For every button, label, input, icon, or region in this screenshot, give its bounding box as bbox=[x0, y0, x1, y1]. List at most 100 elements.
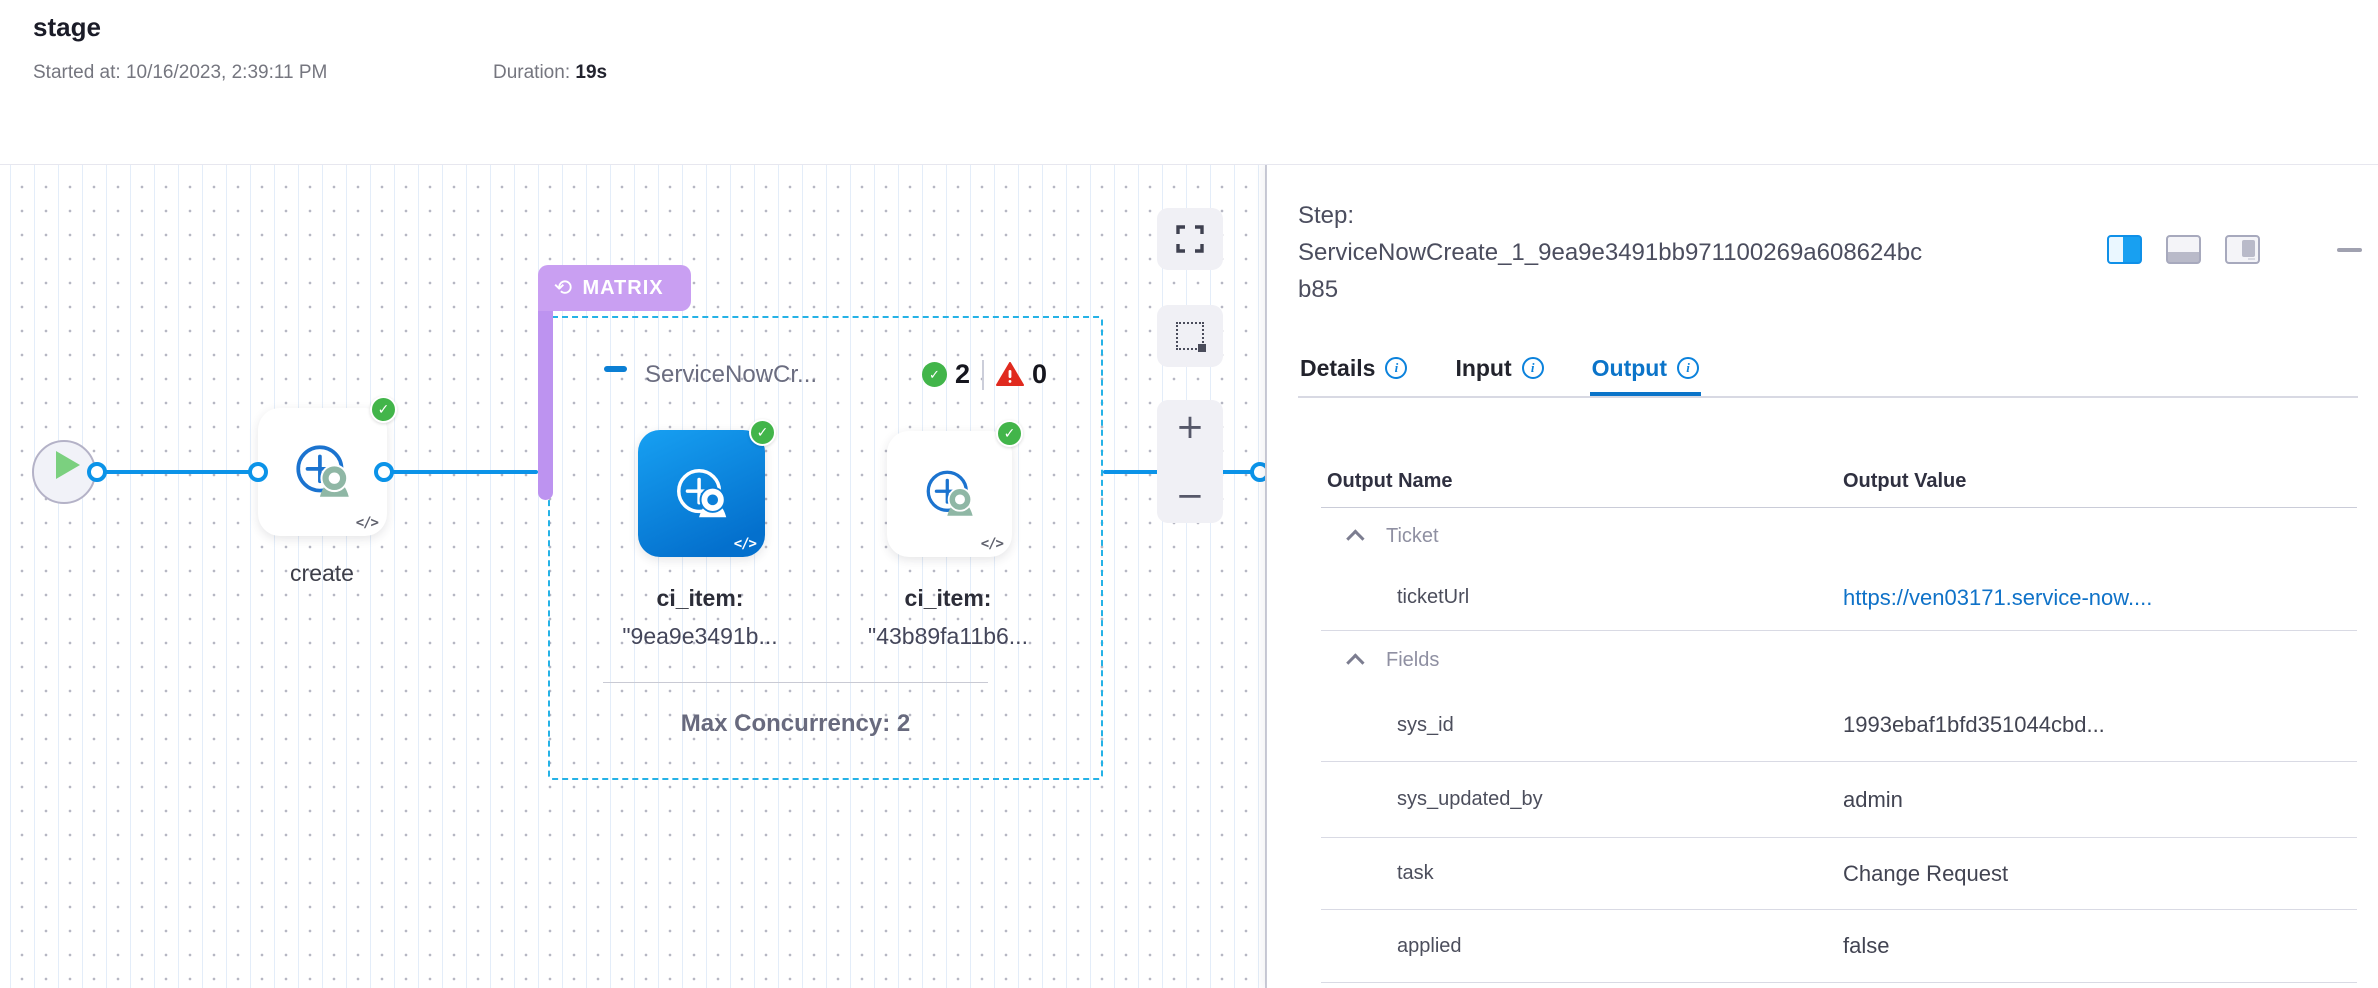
max-concurrency-label: Max Concurrency: 2 bbox=[603, 710, 988, 738]
matrix-node-1-params: ci_item: "9ea9e3491b... bbox=[590, 579, 810, 655]
section-label: Fields bbox=[1386, 649, 1439, 672]
matrix-badge-label: MATRIX bbox=[582, 277, 663, 300]
connector-port bbox=[374, 462, 394, 482]
matrix-node-2-params: ci_item: "43b89fa11b6... bbox=[838, 579, 1058, 655]
output-value: admin bbox=[1843, 787, 2357, 813]
failure-count-icon bbox=[996, 362, 1024, 387]
tab-details[interactable]: Details i bbox=[1298, 340, 1409, 396]
output-value: Change Request bbox=[1843, 861, 2357, 887]
tab-output[interactable]: Output i bbox=[1590, 340, 1701, 396]
matrix-status: ✓ 2 0 bbox=[922, 359, 1047, 390]
duration: Duration: 19s bbox=[493, 62, 607, 84]
duration-label: Duration: bbox=[493, 62, 570, 83]
servicenow-create-icon bbox=[290, 439, 356, 505]
column-header-output-name: Output Name bbox=[1321, 470, 1843, 493]
matrix-badge[interactable]: ⟳ MATRIX bbox=[538, 265, 691, 311]
zoom-controls: + − bbox=[1157, 400, 1223, 523]
zoom-out-button[interactable]: − bbox=[1176, 479, 1205, 513]
step-node-create[interactable]: </> ✓ bbox=[258, 408, 387, 536]
matrix-title: ServiceNowCr... bbox=[645, 361, 817, 389]
layout-split-bottom-icon[interactable] bbox=[2166, 235, 2201, 264]
step-title-line: ServiceNowCreate_1_9ea9e3491bb971100269a… bbox=[1298, 234, 2148, 271]
panel-layout-switcher bbox=[2107, 235, 2260, 264]
code-icon: </> bbox=[981, 536, 1003, 552]
param-label: ci_item: bbox=[590, 579, 810, 617]
table-row: sys_updated_by admin bbox=[1321, 762, 2357, 838]
success-icon: ✓ bbox=[749, 419, 776, 446]
output-value: false bbox=[1843, 933, 2357, 959]
collapse-matrix-icon[interactable] bbox=[604, 366, 627, 372]
step-title: Step: ServiceNowCreate_1_9ea9e3491bb9711… bbox=[1298, 197, 2148, 308]
step-details-panel: Step: ServiceNowCreate_1_9ea9e3491bb9711… bbox=[1266, 165, 2378, 988]
matrix-step-node-1[interactable]: </> ✓ bbox=[638, 430, 765, 557]
started-label: Started at: bbox=[33, 62, 121, 83]
info-icon[interactable]: i bbox=[1677, 357, 1699, 379]
servicenow-create-icon bbox=[671, 463, 733, 525]
output-value: 1993ebaf1bfd351044cbd... bbox=[1843, 712, 2357, 738]
fullscreen-icon bbox=[1175, 224, 1205, 254]
step-label-create: create bbox=[242, 560, 402, 587]
status-divider bbox=[982, 360, 984, 390]
output-name: ticketUrl bbox=[1321, 586, 1843, 609]
success-count: 2 bbox=[955, 359, 970, 390]
edge-create-to-matrix bbox=[384, 470, 538, 474]
tab-input[interactable]: Input i bbox=[1453, 340, 1545, 396]
tab-label: Input bbox=[1455, 355, 1511, 382]
output-name: sys_updated_by bbox=[1321, 788, 1843, 811]
connector-port bbox=[87, 462, 107, 482]
marquee-select-button[interactable] bbox=[1157, 305, 1223, 367]
pipeline-canvas[interactable]: </> ✓ create ⟳ MATRIX ServiceNowCr... ✓ … bbox=[0, 165, 1266, 988]
table-row: sys_id 1993ebaf1bfd351044cbd... bbox=[1321, 689, 2357, 762]
table-row: task Change Request bbox=[1321, 838, 2357, 910]
started-at: Started at: 10/16/2023, 2:39:11 PM bbox=[33, 62, 327, 84]
failure-count: 0 bbox=[1032, 359, 1047, 390]
table-header-row: Output Name Output Value bbox=[1321, 455, 2357, 508]
param-label: ci_item: bbox=[838, 579, 1058, 617]
loop-icon: ⟳ bbox=[553, 276, 572, 301]
param-value: "9ea9e3491b... bbox=[590, 617, 810, 655]
table-row: ticketUrl https://ven03171.service-now..… bbox=[1321, 565, 2357, 631]
zoom-in-button[interactable]: + bbox=[1176, 410, 1205, 444]
table-row: applied false bbox=[1321, 910, 2357, 983]
chevron-up-icon bbox=[1346, 653, 1364, 671]
section-label: Ticket bbox=[1386, 525, 1439, 548]
step-title-line: b85 bbox=[1298, 271, 2148, 308]
step-title-line: Step: bbox=[1298, 197, 2148, 234]
marquee-icon bbox=[1176, 322, 1204, 350]
code-icon: </> bbox=[734, 536, 756, 552]
chevron-up-icon bbox=[1346, 529, 1364, 547]
tab-label: Output bbox=[1592, 355, 1667, 382]
output-name: sys_id bbox=[1321, 714, 1843, 737]
param-value: "43b89fa11b6... bbox=[838, 617, 1058, 655]
info-icon[interactable]: i bbox=[1385, 357, 1407, 379]
layout-split-right-icon[interactable] bbox=[2107, 235, 2142, 264]
duration-value: 19s bbox=[575, 62, 607, 83]
started-value: 10/16/2023, 2:39:11 PM bbox=[126, 62, 327, 83]
connector-port bbox=[248, 462, 268, 482]
section-header-fields[interactable]: Fields bbox=[1321, 631, 2357, 689]
column-header-output-value: Output Value bbox=[1843, 470, 2357, 493]
stage-title: stage bbox=[33, 12, 101, 43]
matrix-group-bar bbox=[538, 293, 553, 500]
info-icon[interactable]: i bbox=[1522, 357, 1544, 379]
panel-tabs: Details i Input i Output i bbox=[1298, 340, 2358, 398]
output-table: Output Name Output Value Ticket ticketUr… bbox=[1321, 455, 2357, 983]
minimize-panel-icon[interactable] bbox=[2337, 248, 2362, 252]
execution-header: stage Started at: 10/16/2023, 2:39:11 PM… bbox=[0, 0, 2378, 165]
success-count-icon: ✓ bbox=[922, 362, 947, 387]
code-icon: </> bbox=[356, 515, 378, 531]
matrix-step-node-2[interactable]: </> ✓ bbox=[887, 431, 1012, 557]
success-icon: ✓ bbox=[996, 420, 1023, 447]
matrix-divider bbox=[603, 682, 988, 683]
play-icon bbox=[56, 451, 80, 479]
servicenow-create-icon bbox=[921, 465, 979, 523]
connector-port bbox=[1250, 462, 1266, 482]
layout-float-panel-icon[interactable] bbox=[2225, 235, 2260, 264]
success-icon: ✓ bbox=[370, 396, 397, 423]
section-header-ticket[interactable]: Ticket bbox=[1321, 508, 2357, 565]
fullscreen-button[interactable] bbox=[1157, 208, 1223, 270]
output-value-link[interactable]: https://ven03171.service-now.... bbox=[1843, 585, 2357, 611]
tab-label: Details bbox=[1300, 355, 1375, 382]
output-name: task bbox=[1321, 862, 1843, 885]
output-name: applied bbox=[1321, 935, 1843, 958]
